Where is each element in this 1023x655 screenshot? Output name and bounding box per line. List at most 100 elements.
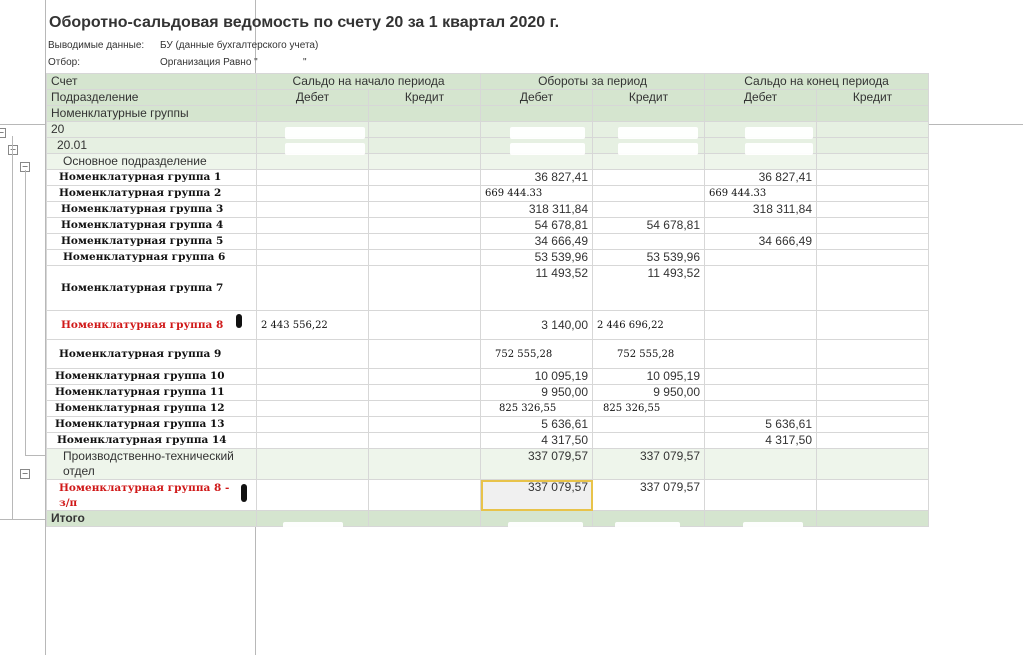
- table-row[interactable]: Номенклатурная группа 6 53 539,96 53 539…: [46, 249, 930, 266]
- redaction: [285, 127, 365, 139]
- close-debit-cell: [704, 249, 818, 266]
- table-row[interactable]: Номенклатурная группа 2 669 444.33 669 4…: [46, 185, 930, 202]
- close-debit-cell: 5 636,61: [704, 416, 818, 433]
- table-row[interactable]: Номенклатурная группа 14 4 317,50 4 317,…: [46, 432, 930, 449]
- subaccount-cell[interactable]: 20.01: [46, 137, 257, 154]
- division2-line1: Производственно-технический: [63, 449, 234, 464]
- close-debit-cell: [704, 400, 818, 417]
- turn-credit-cell: [591, 201, 706, 218]
- redaction: [745, 127, 813, 139]
- turn-debit-cell: 669 444.33: [480, 185, 593, 202]
- header-opening-balance: Сальдо на начало периода: [256, 73, 481, 90]
- ink-mark: [236, 314, 242, 328]
- turn-debit-cell: 825 326,55: [480, 400, 593, 417]
- redaction: [743, 522, 803, 535]
- table-row[interactable]: Номенклатурная группа 13 5 636,61 5 636,…: [46, 416, 930, 433]
- filter-value: Организация Равно ": [160, 57, 258, 68]
- table-row[interactable]: Номенклатурная группа 4 54 678,81 54 678…: [46, 217, 930, 234]
- report-title: Оборотно-сальдовая ведомость по счету 20…: [49, 14, 560, 31]
- header-turnover: Обороты за период: [479, 73, 706, 90]
- table-row[interactable]: Номенклатурная группа 11 9 950,00 9 950,…: [46, 384, 930, 401]
- turn-credit-cell: 337 079,57: [591, 479, 706, 511]
- turn-credit-cell: [591, 169, 706, 186]
- table-row[interactable]: Номенклатурная группа 3 318 311,84 318 3…: [46, 201, 930, 218]
- output-label: Выводимые данные:: [48, 40, 145, 51]
- redaction: [618, 143, 698, 155]
- header-account: Счет: [46, 73, 257, 90]
- turn-credit-cell: [591, 233, 706, 250]
- turn-debit-cell: 10 095,19: [480, 368, 593, 385]
- redaction: [618, 127, 698, 139]
- turn-credit-cell: 54 678,81: [591, 217, 706, 234]
- nomgroup-name: Номенклатурная группа 13: [46, 416, 257, 433]
- turn-debit-cell: 3 140,00: [480, 310, 593, 340]
- turn-debit-cell: 752 555,28: [480, 339, 593, 369]
- header-close-credit: Кредит: [816, 89, 930, 106]
- filter-label: Отбор:: [48, 57, 80, 68]
- tree-line-3: [25, 455, 45, 456]
- nomgroup-name: Номенклатурная группа 11: [46, 384, 257, 401]
- nomgroup-name: Номенклатурная группа 14: [46, 432, 257, 449]
- table-row[interactable]: Производственно-технический отдел 337 07…: [46, 448, 930, 480]
- header-close-debit: Дебет: [704, 89, 818, 106]
- account-cell[interactable]: 20: [46, 121, 257, 138]
- collapse-icon-division2[interactable]: −: [20, 469, 30, 479]
- division2-cell[interactable]: Производственно-технический отдел: [46, 448, 257, 480]
- redaction: [283, 522, 343, 535]
- ink-mark: [241, 484, 247, 502]
- turn-debit-cell: 4 317,50: [480, 432, 593, 449]
- redaction: [508, 522, 583, 535]
- close-debit-cell: 4 317,50: [704, 432, 818, 449]
- table-row[interactable]: Номенклатурная группа 10 10 095,19 10 09…: [46, 368, 930, 385]
- nomgroup-name: Номенклатурная группа 12: [46, 400, 257, 417]
- turn-debit-cell: 5 636,61: [480, 416, 593, 433]
- close-debit-cell: 669 444.33: [704, 185, 818, 202]
- nomgroup-name: Номенклатурная группа 6: [46, 249, 257, 266]
- redaction: [510, 127, 585, 139]
- header-division: Подразделение: [46, 89, 257, 106]
- redaction: [615, 522, 680, 535]
- division2-line2: отдел: [63, 464, 95, 478]
- nomgroup-name: Номенклатурная группа 8 -: [59, 482, 230, 494]
- header-open-credit: Кредит: [368, 89, 481, 106]
- turn-credit-cell: [591, 432, 706, 449]
- turn-debit-cell-selected[interactable]: 337 079,57: [480, 479, 593, 511]
- nomgroup-name-suffix: з/п: [59, 497, 78, 509]
- header-turn-debit: Дебет: [480, 89, 593, 106]
- turn-credit-cell: 53 539,96: [591, 249, 706, 266]
- nomgroup-name: Номенклатурная группа 5: [46, 233, 257, 250]
- header-closing-balance: Сальдо на конец периода: [704, 73, 930, 90]
- turn-debit-cell: 34 666,49: [480, 233, 593, 250]
- nomgroup-cell-8-zp: Номенклатурная группа 8 - з/п: [46, 479, 257, 511]
- table-row[interactable]: Номенклатурная группа 7 11 493,52 11 493…: [46, 265, 930, 311]
- division-cell[interactable]: Основное подразделение: [46, 153, 257, 170]
- table-row[interactable]: Номенклатурная группа 8 - з/п 337 079,57…: [46, 479, 930, 511]
- table-row[interactable]: Основное подразделение: [46, 153, 930, 170]
- turn-credit-cell: 10 095,19: [591, 368, 706, 385]
- nomgroup-name: Номенклатурная группа 3: [46, 201, 257, 218]
- osv-table: Счет Сальдо на начало периода Обороты за…: [46, 73, 930, 527]
- turn-debit-cell: 54 678,81: [480, 217, 593, 234]
- collapse-icon-subaccount[interactable]: −: [8, 145, 18, 155]
- turn-debit-cell: 318 311,84: [480, 201, 593, 218]
- collapse-icon-account[interactable]: −: [0, 128, 6, 138]
- header-turn-credit: Кредит: [591, 89, 706, 106]
- turn-credit-cell: 337 079,57: [591, 448, 706, 480]
- table-row[interactable]: Номенклатурная группа 1 36 827,41 36 827…: [46, 169, 930, 186]
- close-debit-cell: 318 311,84: [704, 201, 818, 218]
- table-row[interactable]: Номенклатурная группа 9 752 555,28 752 5…: [46, 339, 930, 369]
- table-row[interactable]: Номенклатурная группа 5 34 666,49 34 666…: [46, 233, 930, 250]
- open-debit-cell: 2 443 556,22: [256, 310, 369, 340]
- nomgroup-name: Номенклатурная группа 1: [46, 169, 257, 186]
- nomgroup-name: Номенклатурная группа 10: [46, 368, 257, 385]
- header-nomgroups: Номенклатурные группы: [46, 105, 257, 122]
- table-row[interactable]: Номенклатурная группа 12 825 326,55 825 …: [46, 400, 930, 417]
- turn-debit-cell: 36 827,41: [480, 169, 593, 186]
- close-debit-cell: [704, 339, 818, 369]
- close-debit-cell: 36 827,41: [704, 169, 818, 186]
- total-label: Итого: [46, 510, 257, 527]
- close-debit-cell: [704, 265, 818, 311]
- turn-debit-cell: 53 539,96: [480, 249, 593, 266]
- table-row[interactable]: Номенклатурная группа 8 2 443 556,22 3 1…: [46, 310, 930, 340]
- turn-credit-cell: 825 326,55: [591, 400, 706, 417]
